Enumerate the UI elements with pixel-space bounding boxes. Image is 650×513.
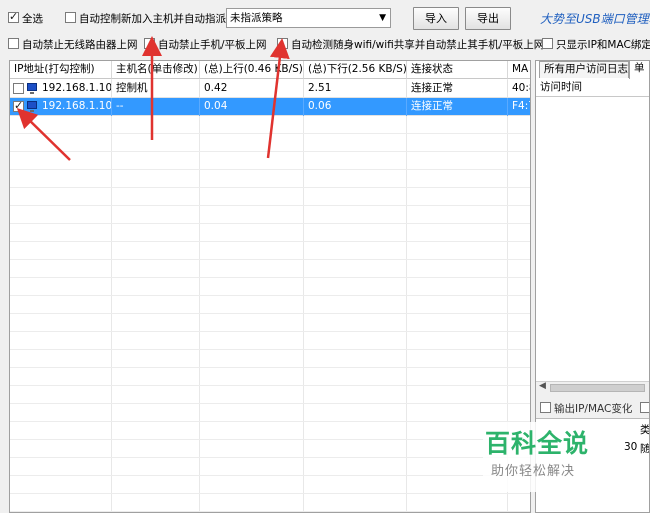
cell-down: 0.06 <box>304 98 407 116</box>
cell-host[interactable]: 控制机 <box>112 80 200 98</box>
empty-row <box>10 440 530 458</box>
empty-row <box>10 332 530 350</box>
col-header-ip[interactable]: IP地址(打勾控制) <box>10 61 112 79</box>
output-ip-mac-checkbox[interactable] <box>540 402 551 413</box>
empty-row <box>10 296 530 314</box>
empty-row <box>10 224 530 242</box>
empty-row <box>10 116 530 134</box>
block-router-checkbox[interactable] <box>8 38 19 49</box>
block-phone-label: 自动禁止手机/平板上网 <box>158 39 267 51</box>
col-header-upload[interactable]: (总)上行(0.46 KB/S) <box>200 61 304 79</box>
detect-wifi-checkbox[interactable] <box>277 38 288 49</box>
detect-wifi-label: 自动检测随身wifi/wifi共享并自动禁止其手机/平板上网 <box>291 39 545 51</box>
horizontal-scrollbar[interactable]: ◀ <box>536 381 649 394</box>
block-phone-checkbox[interactable] <box>144 38 155 49</box>
col-header-host[interactable]: 主机名(单击修改) <box>112 61 200 79</box>
empty-row <box>10 458 530 476</box>
cell-status: 连接正常 <box>407 98 508 116</box>
tab-single[interactable]: 单 <box>629 61 649 79</box>
policy-select-value: 未指派策略 <box>230 12 283 24</box>
host-table[interactable]: IP地址(打勾控制) 主机名(单击修改) (总)上行(0.46 KB/S) (总… <box>9 60 531 513</box>
tab-all-users-log[interactable]: 所有用户访问日志 <box>539 61 629 78</box>
cell-ip: 192.168.1.100 <box>38 80 112 98</box>
col-header-type: 类 <box>640 424 650 436</box>
empty-row <box>10 350 530 368</box>
empty-row <box>10 476 530 494</box>
export-button[interactable]: 导出 <box>465 7 511 30</box>
auto-control-checkbox[interactable] <box>65 12 76 23</box>
empty-row <box>10 314 530 332</box>
cell-status: 连接正常 <box>407 80 508 98</box>
col-header-visit-time[interactable]: 访问时间 <box>536 79 649 97</box>
empty-row <box>10 242 530 260</box>
empty-row <box>10 422 530 440</box>
empty-row <box>10 206 530 224</box>
watermark-title: 百科全说 <box>485 429 590 458</box>
empty-row <box>10 386 530 404</box>
cell-partial: 30 <box>624 441 638 453</box>
empty-row <box>10 170 530 188</box>
empty-row <box>10 152 530 170</box>
empty-row <box>10 278 530 296</box>
empty-row <box>10 404 530 422</box>
empty-row <box>10 188 530 206</box>
show-ip-mac-label: 只显示IP和MAC绑定 <box>556 39 650 51</box>
computer-icon <box>27 101 37 112</box>
col-header-download[interactable]: (总)下行(2.56 KB/S) <box>304 61 407 79</box>
table-row[interactable]: 192.168.1.101 -- 0.04 0.06 连接正常 F4:7 <box>10 98 530 116</box>
dropdown-arrow-icon: ▼ <box>379 13 386 23</box>
cell-mac: F4:7 <box>508 98 530 116</box>
row-checkbox[interactable] <box>13 83 24 94</box>
scroll-left-icon[interactable]: ◀ <box>539 381 546 391</box>
auto-control-label: 自动控制新加入主机并自动指派 <box>79 13 226 25</box>
empty-row <box>10 260 530 278</box>
cell-partial-2: 随 <box>640 443 650 455</box>
table-row[interactable]: 192.168.1.100 控制机 0.42 2.51 连接正常 40:8 <box>10 80 530 98</box>
import-button[interactable]: 导入 <box>413 7 459 30</box>
cell-mac: 40:8 <box>508 80 530 98</box>
computer-icon <box>27 83 37 94</box>
cell-up: 0.42 <box>200 80 304 98</box>
cell-up: 0.04 <box>200 98 304 116</box>
empty-row <box>10 368 530 386</box>
output-ip-mac-label: 输出IP/MAC变化 <box>554 403 633 415</box>
col-header-mac[interactable]: MA <box>508 61 530 79</box>
show-ip-mac-checkbox[interactable] <box>542 38 553 49</box>
cell-host[interactable]: -- <box>112 98 200 116</box>
brand-title: 大势至USB端口管理软 <box>540 12 650 26</box>
row-checkbox[interactable] <box>13 99 24 112</box>
block-router-label: 自动禁止无线路由器上网 <box>22 39 138 51</box>
scrollbar-thumb[interactable] <box>550 384 645 392</box>
cell-ip: 192.168.1.101 <box>38 98 112 116</box>
policy-select[interactable]: 未指派策略 ▼ <box>226 8 391 28</box>
empty-row <box>10 494 530 512</box>
col-header-status[interactable]: 连接状态 <box>407 61 508 79</box>
extra-checkbox[interactable] <box>640 402 649 413</box>
empty-row <box>10 134 530 152</box>
select-all-checkbox[interactable] <box>8 10 19 23</box>
cell-down: 2.51 <box>304 80 407 98</box>
select-all-label: 全选 <box>22 13 43 25</box>
watermark-subtitle: 助你轻松解决 <box>491 464 576 479</box>
